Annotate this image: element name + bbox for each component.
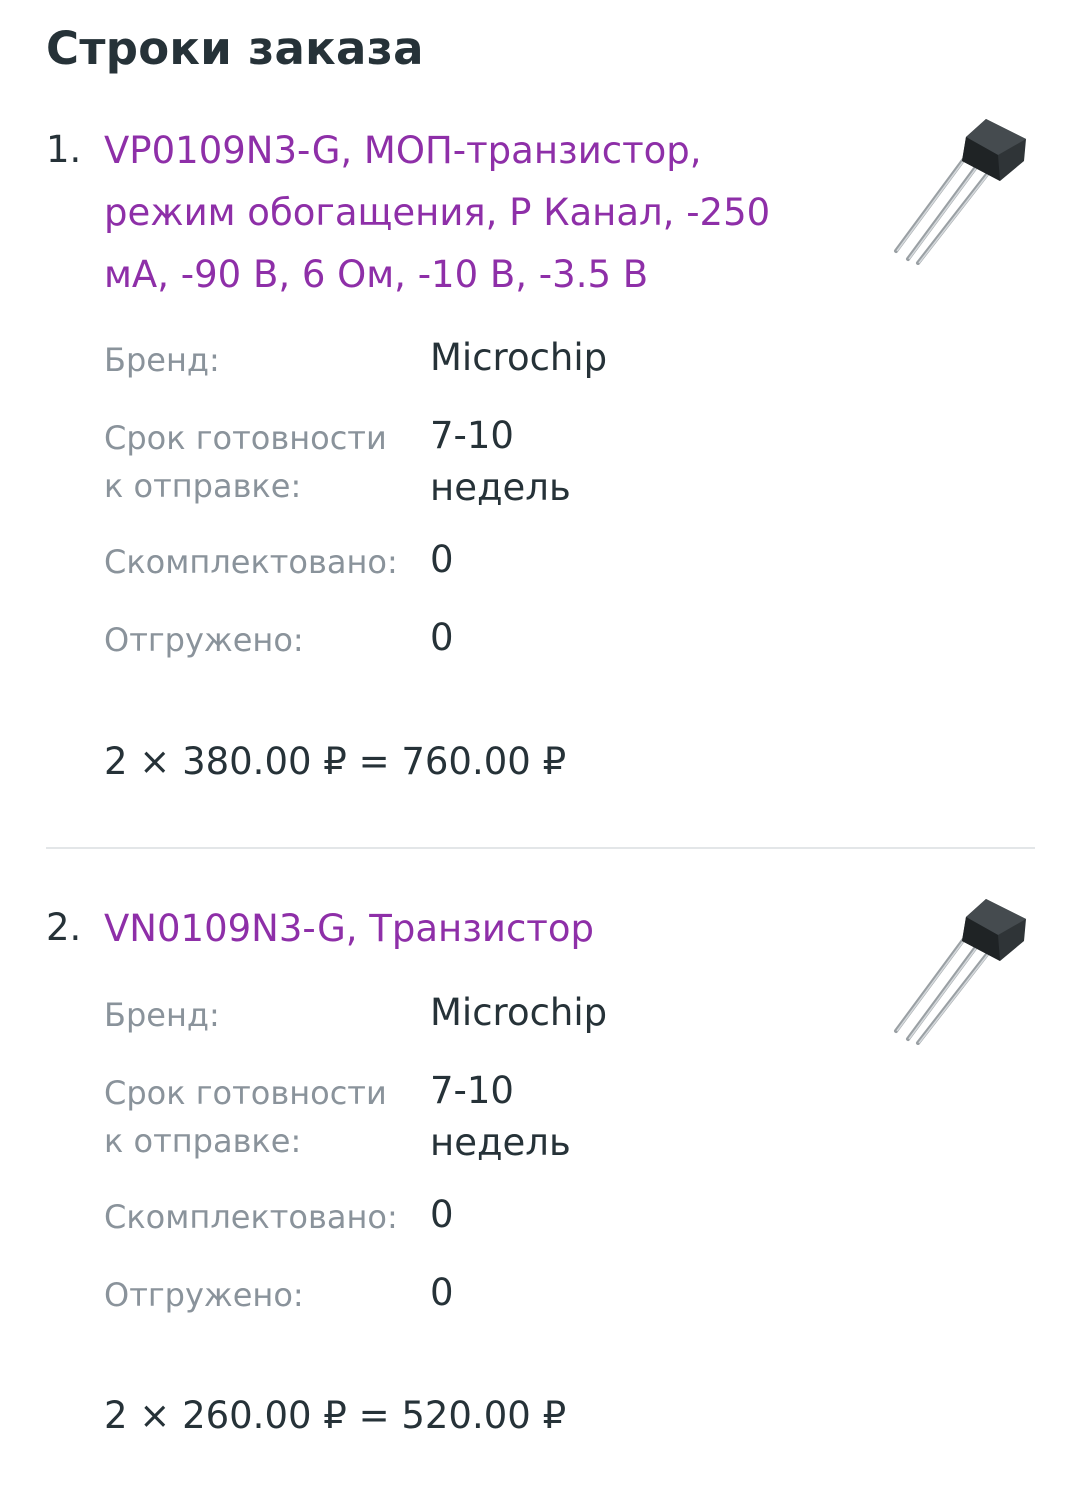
shipped-value: 0: [430, 1271, 454, 1314]
brand-value: Microchip: [430, 336, 608, 379]
shipped-label: Отгружено:: [104, 621, 304, 659]
line-total: 2 × 260.00 ₽ = 520.00 ₽: [104, 1394, 567, 1437]
product-link[interactable]: VP0109N3-G, МОП-транзистор, режим обогащ…: [104, 120, 824, 306]
shipped-value: 0: [430, 616, 454, 659]
brand-label: Бренд:: [104, 996, 220, 1034]
order-lines-page: Строки заказа 1. VP0109N3-G, МОП-транзис…: [0, 0, 1080, 1487]
packed-value: 0: [430, 538, 454, 581]
brand-label: Бренд:: [104, 341, 220, 379]
packed-value: 0: [430, 1193, 454, 1236]
section-title: Строки заказа: [46, 22, 424, 75]
shipped-label: Отгружено:: [104, 1276, 304, 1314]
line-number: 2.: [46, 906, 82, 949]
line-number: 1.: [46, 128, 82, 171]
packed-label: Скомплектовано:: [104, 1198, 398, 1236]
lead-time-value: 7-10 недель: [430, 1069, 571, 1164]
divider: [46, 847, 1035, 849]
lead-time-value: 7-10 недель: [430, 414, 571, 509]
transistor-to92-icon[interactable]: [888, 895, 1033, 1045]
line-total: 2 × 380.00 ₽ = 760.00 ₽: [104, 740, 567, 783]
brand-value: Microchip: [430, 991, 608, 1034]
product-link[interactable]: VN0109N3-G, Транзистор: [104, 898, 824, 960]
packed-label: Скомплектовано:: [104, 543, 398, 581]
transistor-to92-icon[interactable]: [888, 115, 1033, 265]
lead-time-label: Срок готовности к отправке:: [104, 1074, 387, 1160]
lead-time-label: Срок готовности к отправке:: [104, 419, 387, 505]
